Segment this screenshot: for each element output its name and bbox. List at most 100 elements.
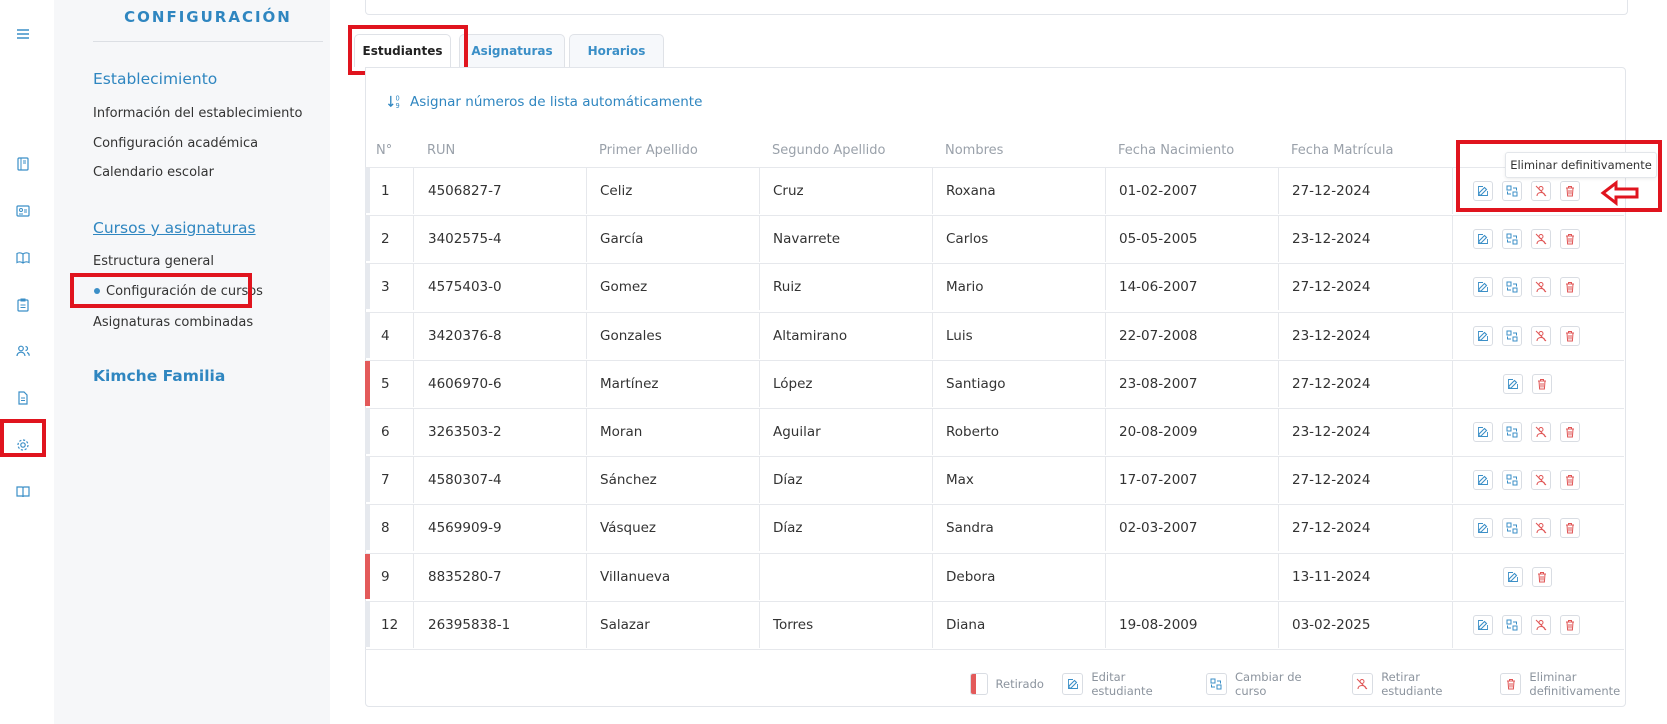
cell-fecha-matricula: 13-11-2024 (1292, 568, 1371, 585)
edit-student-button[interactable] (1473, 614, 1493, 635)
cell-primer-apellido: Martínez (600, 375, 659, 392)
change-course-button[interactable] (1502, 518, 1522, 539)
cell-segundo-apellido: Altamirano (773, 327, 848, 344)
assign-numbers-link[interactable]: 09 Asignar números de lista automáticame… (387, 93, 702, 110)
edit-student-button[interactable] (1473, 470, 1493, 491)
header-fecha-nacimiento: Fecha Nacimiento (1118, 143, 1235, 158)
menu-asignaturas-combinadas[interactable]: Asignaturas combinadas (93, 315, 253, 330)
cell-fecha-matricula: 23-12-2024 (1292, 231, 1371, 248)
tab-asignaturas[interactable]: Asignaturas (459, 34, 565, 67)
column-divider (1452, 264, 1453, 311)
withdraw-student-button[interactable] (1531, 470, 1551, 491)
edit-student-button[interactable] (1503, 373, 1523, 394)
menu-icon[interactable] (15, 26, 31, 42)
cell-fecha-nacimiento: 14-06-2007 (1119, 279, 1198, 296)
edit-student-button[interactable] (1473, 518, 1493, 539)
edit-student-button[interactable] (1473, 229, 1493, 250)
delete-student-button[interactable] (1532, 373, 1552, 394)
cell-segundo-apellido: Torres (773, 616, 814, 633)
cell-nombres: Carlos (946, 231, 989, 248)
clipboard-icon[interactable] (15, 297, 31, 313)
delete-student-button[interactable] (1560, 422, 1580, 442)
book-open-icon[interactable] (15, 484, 31, 500)
table-row: 4 3420376-8 Gonzales Altamirano Luis 22-07-20… (365, 311, 1624, 359)
row-actions (1473, 422, 1580, 442)
section-kimche-familia[interactable]: Kimche Familia (93, 367, 225, 385)
column-divider (1278, 457, 1279, 504)
change-course-button[interactable] (1502, 325, 1522, 346)
delete-student-button[interactable] (1532, 566, 1552, 587)
menu-config-academica[interactable]: Configuración académica (93, 136, 258, 151)
row-marker (365, 312, 370, 358)
delete-student-button[interactable] (1560, 325, 1580, 346)
book-icon[interactable] (15, 156, 31, 172)
arrow-pointer-icon (1600, 180, 1639, 206)
section-cursos-asignaturas[interactable]: Cursos y asignaturas (93, 219, 256, 237)
withdraw-student-button[interactable] (1531, 229, 1551, 250)
table-row: 12 26395838-1 Salazar Torres Diana 19-08-2009… (365, 600, 1624, 648)
cell-run: 3402575-4 (428, 231, 502, 248)
column-divider (1452, 409, 1453, 455)
column-divider (759, 457, 760, 504)
delete-student-button[interactable] (1560, 277, 1580, 298)
delete-student-button[interactable] (1560, 518, 1580, 539)
cell-run: 4606970-6 (428, 375, 502, 392)
column-divider (413, 168, 414, 214)
users-icon[interactable] (15, 343, 31, 359)
cell-run: 3420376-8 (428, 327, 502, 344)
cell-segundo-apellido: Aguilar (773, 424, 821, 440)
tab-horarios[interactable]: Horarios (569, 34, 664, 67)
column-divider (1278, 216, 1279, 263)
column-divider (759, 312, 760, 359)
menu-info-establecimiento[interactable]: Información del establecimiento (93, 106, 302, 121)
cell-n: 6 (381, 424, 390, 440)
column-divider (413, 553, 414, 600)
table-row: 6 3263503-2 Moran Aguilar Roberto 20-08-2009 2… (365, 408, 1624, 455)
cell-n: 2 (381, 231, 390, 248)
menu-estructura-general[interactable]: Estructura general (93, 254, 214, 269)
edit-student-button[interactable] (1473, 422, 1493, 442)
table-row: 2 3402575-4 García Navarrete Carlos 05-05-200… (365, 215, 1624, 263)
change-course-button[interactable] (1502, 470, 1522, 491)
withdraw-student-button[interactable] (1531, 325, 1551, 346)
highlight-settings-icon (0, 419, 46, 457)
withdraw-student-button[interactable] (1531, 614, 1551, 635)
column-divider (1452, 312, 1453, 359)
column-divider (1278, 312, 1279, 359)
column-divider (413, 409, 414, 455)
column-divider (413, 505, 414, 552)
cell-segundo-apellido: Díaz (773, 520, 803, 537)
document-icon[interactable] (15, 390, 31, 406)
column-divider (932, 360, 933, 407)
column-divider (1105, 601, 1106, 648)
id-card-icon[interactable] (15, 203, 31, 219)
change-course-button[interactable] (1502, 614, 1522, 635)
column-divider (413, 360, 414, 407)
withdraw-student-button[interactable] (1531, 277, 1551, 298)
cell-n: 5 (381, 375, 390, 392)
column-divider (413, 216, 414, 263)
edit-student-button[interactable] (1503, 566, 1523, 587)
column-divider (932, 312, 933, 359)
cell-n: 7 (381, 472, 390, 489)
section-establecimiento[interactable]: Establecimiento (93, 70, 217, 88)
open-book-icon[interactable] (15, 250, 31, 266)
change-course-button[interactable] (1502, 422, 1522, 442)
legend-retired: Retirado (995, 677, 1044, 691)
withdraw-student-button[interactable] (1531, 422, 1551, 442)
delete-student-button[interactable] (1560, 229, 1580, 250)
delete-student-button[interactable] (1560, 614, 1580, 635)
menu-calendario-escolar[interactable]: Calendario escolar (93, 165, 214, 180)
header-nombres: Nombres (945, 143, 1004, 158)
cell-n: 4 (381, 327, 390, 344)
cell-fecha-nacimiento: 19-08-2009 (1119, 616, 1198, 633)
change-course-button[interactable] (1502, 229, 1522, 250)
withdraw-student-button[interactable] (1531, 518, 1551, 539)
cell-fecha-matricula: 27-12-2024 (1292, 183, 1371, 199)
edit-student-button[interactable] (1473, 277, 1493, 298)
change-course-button[interactable] (1502, 277, 1522, 298)
column-divider (1105, 168, 1106, 214)
delete-student-button[interactable] (1560, 470, 1580, 491)
legend-delete: Eliminar definitivamente (1529, 670, 1621, 698)
edit-student-button[interactable] (1473, 325, 1493, 346)
